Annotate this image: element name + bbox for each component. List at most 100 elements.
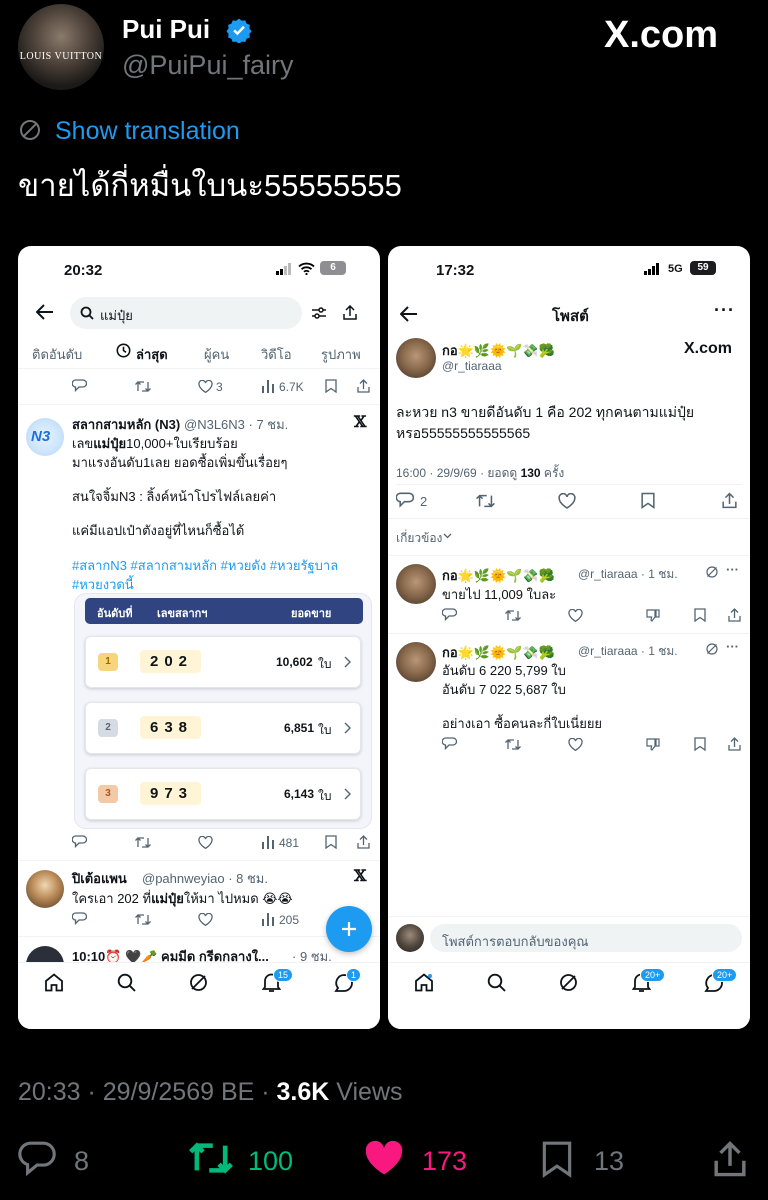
post-author-handle[interactable]: @N3L6N3 · 7 ชม.	[184, 414, 288, 435]
author-handle[interactable]: @PuiPui_fairy	[122, 50, 293, 81]
reply-icon[interactable]	[442, 608, 457, 622]
share-icon[interactable]	[357, 835, 370, 849]
repost-icon[interactable]	[135, 836, 151, 849]
header-number: เลขสลากฯ	[157, 608, 208, 620]
tab-videos[interactable]: วิดีโอ	[261, 344, 292, 365]
views-icon	[262, 913, 275, 926]
bookmark-icon[interactable]	[325, 379, 337, 393]
author-avatar[interactable]: LOUIS VUITTON	[18, 4, 104, 90]
post-author-handle[interactable]: @pahnweyiao · 8 ชม.	[142, 868, 268, 889]
search-icon[interactable]	[117, 973, 136, 992]
share-icon[interactable]	[357, 379, 370, 393]
more-options-icon[interactable]: ···	[726, 562, 739, 577]
status-time: 17:32	[436, 262, 475, 279]
filter-icon[interactable]	[312, 306, 326, 320]
like-icon[interactable]	[568, 609, 583, 622]
back-arrow-icon[interactable]	[36, 304, 54, 320]
more-options-icon[interactable]: ···	[726, 639, 739, 654]
grok-icon[interactable]	[559, 973, 578, 992]
post-author-name[interactable]: ปิเต้อแพน	[72, 868, 127, 889]
reply-icon[interactable]	[396, 492, 414, 509]
post-author-handle[interactable]: @r_tiaraaa	[442, 359, 502, 373]
bookmark-icon[interactable]	[641, 492, 655, 509]
tab-photos[interactable]: รูปภาพ	[321, 344, 361, 365]
reply-icon[interactable]	[442, 737, 457, 751]
battery-indicator: 59	[690, 261, 716, 275]
repost-icon[interactable]	[135, 380, 151, 393]
tab-top[interactable]: ติดอันดับ	[32, 344, 82, 365]
author-name[interactable]: Pui Pui	[122, 14, 210, 45]
bottom-nav: 15 1	[18, 962, 380, 1029]
home-icon[interactable]	[414, 973, 434, 992]
rank-badge: 1	[98, 653, 118, 671]
chevron-right-icon	[344, 788, 351, 800]
repost-icon[interactable]	[505, 738, 521, 751]
post-text: ใครเอา 202 ที่แม่ปุ๋ยให้มา ไปหมด 😭😭	[72, 891, 293, 906]
like-icon[interactable]	[364, 1140, 404, 1176]
share-icon[interactable]	[343, 305, 357, 320]
like-icon[interactable]	[198, 913, 213, 926]
more-options-icon[interactable]: ···	[714, 300, 735, 321]
repost-icon[interactable]	[476, 493, 495, 509]
chevron-right-icon	[344, 722, 351, 734]
messages-badge: 1	[346, 968, 362, 982]
post-author-name[interactable]: สลากสามหลัก (N3)	[72, 414, 180, 435]
tab-latest[interactable]: ล่าสุด	[136, 344, 168, 365]
repost-icon[interactable]	[135, 913, 151, 926]
right-screenshot: 17:32 5G 59 โพสต์ ··· กอ🌟🌿🌞🌱💸🥦 @r_tiaraa…	[388, 246, 750, 1029]
repost-icon[interactable]	[505, 609, 521, 622]
bookmark-icon[interactable]	[540, 1140, 574, 1178]
bookmark-icon[interactable]	[694, 737, 706, 751]
dislike-icon[interactable]	[646, 738, 660, 751]
reply-icon[interactable]	[18, 1140, 56, 1176]
search-icon[interactable]	[487, 973, 506, 992]
tweet-meta: 20:33 · 29/9/2569 BE · 3.6K Views	[18, 1078, 403, 1106]
reply-icon[interactable]	[72, 835, 87, 849]
share-icon[interactable]	[728, 608, 741, 622]
compose-button[interactable]	[326, 906, 372, 952]
tab-people[interactable]: ผู้คน	[204, 344, 229, 365]
share-icon[interactable]	[728, 737, 741, 751]
dislike-icon[interactable]	[646, 609, 660, 622]
network-type: 5G	[668, 263, 683, 275]
grok-icon[interactable]	[189, 973, 208, 992]
reply-text-line: อันดับ 6 220 5,799 ใบ	[442, 663, 566, 678]
like-icon[interactable]	[568, 738, 583, 751]
user-avatar[interactable]	[26, 870, 64, 908]
bookmark-icon[interactable]	[325, 835, 337, 849]
reply-input[interactable]: โพสต์การตอบกลับของคุณ	[430, 924, 742, 952]
reply-icon[interactable]	[72, 912, 87, 926]
repost-icon[interactable]	[188, 1140, 234, 1176]
post-text-line: เลขแม่ปุ๋ย10,000+ใบเรียบร้อย	[72, 436, 238, 451]
bookmark-icon[interactable]	[694, 608, 706, 622]
grok-icon[interactable]	[706, 566, 718, 578]
hashtags[interactable]: #สลากN3 #สลากสามหลัก #หวยดัง #หวยรัฐบาล	[72, 555, 338, 576]
like-icon[interactable]	[198, 380, 213, 393]
like-icon[interactable]	[558, 493, 576, 509]
like-icon[interactable]	[198, 836, 213, 849]
reply-author-name[interactable]: กอ🌟🌿🌞🌱💸🥦	[442, 565, 555, 586]
related-sort[interactable]: เกี่ยวข้อง	[396, 529, 442, 548]
share-icon[interactable]	[722, 492, 737, 509]
sales-unit: ใบ	[318, 789, 332, 803]
user-avatar[interactable]	[396, 564, 436, 604]
grok-icon[interactable]	[706, 643, 718, 655]
reply-author-handle[interactable]: @r_tiaraaa · 1 ชม.	[578, 642, 678, 661]
hashtags[interactable]: #หวยงวดนี้	[72, 574, 134, 595]
n3-avatar[interactable]: N3	[26, 418, 64, 456]
user-avatar[interactable]	[396, 338, 436, 378]
search-query: แม่ปุ๋ย	[100, 308, 133, 323]
user-avatar[interactable]	[396, 642, 436, 682]
reply-author-handle[interactable]: @r_tiaraaa · 1 ชม.	[578, 565, 678, 584]
view-count: 205	[279, 913, 300, 927]
share-icon[interactable]	[712, 1140, 748, 1178]
home-icon[interactable]	[44, 973, 64, 992]
search-box[interactable]: แม่ปุ๋ย	[70, 297, 302, 329]
reply-icon[interactable]	[72, 379, 87, 393]
like-count: 3	[216, 380, 223, 394]
reply-text: ขายไป 11,009 ใบละ	[442, 587, 557, 602]
show-translation-link[interactable]: Show translation	[55, 117, 240, 146]
sales-ranking-image[interactable]: อันดับที่ เลขสลากฯ ยอดขาย 1 202 10,602 ใ…	[74, 593, 372, 829]
back-arrow-icon[interactable]	[400, 306, 418, 322]
post-author-name[interactable]: กอ🌟🌿🌞🌱💸🥦	[442, 340, 555, 361]
